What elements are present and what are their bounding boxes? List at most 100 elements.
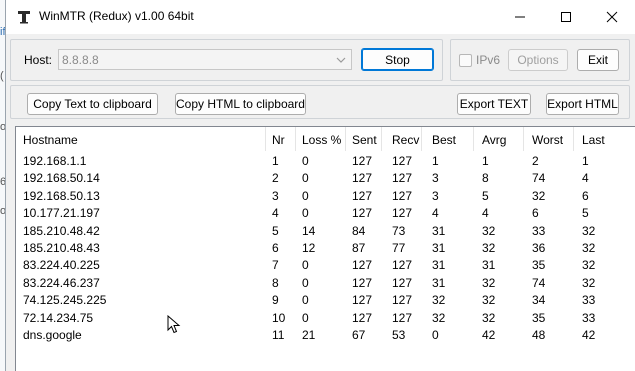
minimize-icon: [515, 16, 525, 18]
table-cell: 35: [532, 258, 546, 273]
table-cell: 32: [482, 293, 496, 308]
table-cell: 83.224.46.237: [23, 275, 100, 290]
table-cell: 33: [582, 310, 596, 325]
table-cell: 31: [432, 258, 446, 273]
table-cell: 31: [432, 241, 446, 255]
table-cell: 127: [392, 188, 413, 203]
host-input-value[interactable]: 8.8.8.8: [62, 53, 99, 67]
table-cell: 127: [352, 171, 373, 186]
table-cell: 32: [432, 310, 446, 325]
copy-html-button[interactable]: Copy HTML to clipboard: [175, 93, 306, 115]
table-cell: 72.14.234.75: [23, 310, 94, 325]
table-cell: 48: [532, 328, 546, 342]
table-cell: 192.168.1.1: [23, 154, 87, 168]
table-cell: 0: [302, 310, 309, 325]
table-cell: 32: [432, 293, 446, 308]
table-row[interactable]: 10.177.21.197 4 0 127 127 4 4 6 5: [16, 206, 635, 223]
table-cell: 127: [392, 171, 413, 186]
column-header[interactable]: Worst: [532, 133, 563, 147]
table-cell: 4: [482, 206, 489, 221]
column-header[interactable]: Recv: [392, 133, 419, 147]
table-cell: 31: [432, 223, 446, 238]
table-cell: 4: [582, 171, 589, 186]
table-cell: 8: [482, 171, 489, 186]
close-icon: [606, 11, 618, 23]
table-row[interactable]: 192.168.50.13 3 0 127 127 3 5 32 6: [16, 189, 635, 206]
export-html-button[interactable]: Export HTML: [546, 93, 619, 115]
results-table[interactable]: Hostname Nr Loss % Sent Recv Best Avrg Worst Las…: [15, 126, 635, 371]
table-header: Hostname Nr Loss % Sent Recv Best Avrg Worst Las…: [16, 127, 635, 151]
table-cell: 6: [272, 241, 279, 255]
table-row[interactable]: 72.14.234.75 10 0 127 127 32 32 35 33: [16, 311, 635, 328]
table-cell: 127: [352, 293, 373, 308]
table-row[interactable]: 185.210.48.43 6 12 87 77 31 32 36 32: [16, 241, 635, 258]
table-cell: 32: [532, 188, 546, 203]
table-row[interactable]: 83.224.46.237 8 0 127 127 31 32 74 32: [16, 276, 635, 293]
table-cell: 67: [352, 328, 366, 342]
ipv6-checkbox[interactable]: [459, 54, 472, 67]
table-cell: 0: [302, 154, 309, 168]
column-header[interactable]: Loss %: [302, 133, 341, 147]
table-cell: 1: [272, 154, 279, 168]
table-cell: 31: [432, 275, 446, 290]
exit-button[interactable]: Exit: [577, 49, 619, 71]
column-header[interactable]: Hostname: [23, 133, 78, 147]
column-header[interactable]: Sent: [352, 133, 377, 147]
column-header[interactable]: Last: [582, 133, 605, 147]
table-cell: 5: [272, 223, 279, 238]
minimize-button[interactable]: [497, 0, 543, 34]
close-button[interactable]: [589, 0, 635, 34]
table-cell: 74: [532, 171, 546, 186]
table-cell: 192.168.50.14: [23, 171, 100, 186]
table-cell: 32: [582, 241, 596, 255]
column-header[interactable]: Nr: [272, 133, 285, 147]
column-header[interactable]: Best: [432, 133, 456, 147]
table-cell: 5: [582, 206, 589, 221]
mouse-cursor-icon: [167, 315, 181, 334]
window-title: WinMTR (Redux) v1.00 64bit: [39, 9, 194, 23]
options-button[interactable]: Options: [508, 49, 568, 71]
winmtr-window: WinMTR (Redux) v1.00 64bit Host: 8.8.8.8…: [5, 0, 635, 371]
export-text-button[interactable]: Export TEXT: [457, 93, 531, 115]
maximize-button[interactable]: [543, 0, 589, 34]
table-cell: 185.210.48.42: [23, 223, 100, 238]
table-cell: 74.125.245.225: [23, 293, 107, 308]
table-cell: 3: [272, 188, 279, 203]
title-bar[interactable]: WinMTR (Redux) v1.00 64bit: [6, 0, 635, 34]
table-cell: 32: [582, 223, 596, 238]
table-cell: 127: [392, 154, 413, 168]
column-header[interactable]: Avrg: [482, 133, 506, 147]
table-cell: 87: [352, 241, 366, 255]
table-cell: 84: [352, 223, 366, 238]
ipv6-label: IPv6: [476, 53, 501, 67]
table-cell: 53: [392, 328, 406, 342]
table-cell: 7: [272, 258, 279, 273]
table-cell: 74: [532, 275, 546, 290]
table-cell: 33: [582, 293, 596, 308]
table-cell: 32: [482, 241, 496, 255]
table-cell: 35: [532, 310, 546, 325]
table-row[interactable]: 192.168.50.14 2 0 127 127 3 8 74 4: [16, 171, 635, 188]
table-cell: 11: [272, 328, 285, 342]
copy-text-button[interactable]: Copy Text to clipboard: [27, 93, 158, 115]
table-cell: 0: [302, 188, 309, 203]
table-row[interactable]: dns.google 11 21 67 53 0 42 48 42: [16, 328, 635, 345]
table-cell: 14: [302, 223, 316, 238]
table-cell: 42: [582, 328, 596, 342]
table-row[interactable]: 185.210.48.42 5 14 84 73 31 32 33 32: [16, 224, 635, 241]
table-row[interactable]: 192.168.1.1 1 0 127 127 1 1 2 1: [16, 154, 635, 171]
table-cell: 33: [532, 223, 546, 238]
table-cell: 32: [482, 275, 496, 290]
host-combobox[interactable]: 8.8.8.8: [58, 49, 352, 70]
table-cell: 8: [272, 275, 279, 290]
table-cell: 77: [392, 241, 406, 255]
host-label: Host:: [24, 53, 53, 67]
table-cell: 1: [432, 154, 439, 168]
table-cell: 2: [272, 171, 279, 186]
chevron-down-icon[interactable]: [334, 53, 348, 67]
stop-button[interactable]: Stop: [361, 48, 434, 71]
table-cell: 36: [532, 241, 546, 255]
table-row[interactable]: 83.224.40.225 7 0 127 127 31 31 35 32: [16, 258, 635, 275]
table-row[interactable]: 74.125.245.225 9 0 127 127 32 32 34 33: [16, 293, 635, 310]
table-cell: 83.224.40.225: [23, 258, 100, 273]
